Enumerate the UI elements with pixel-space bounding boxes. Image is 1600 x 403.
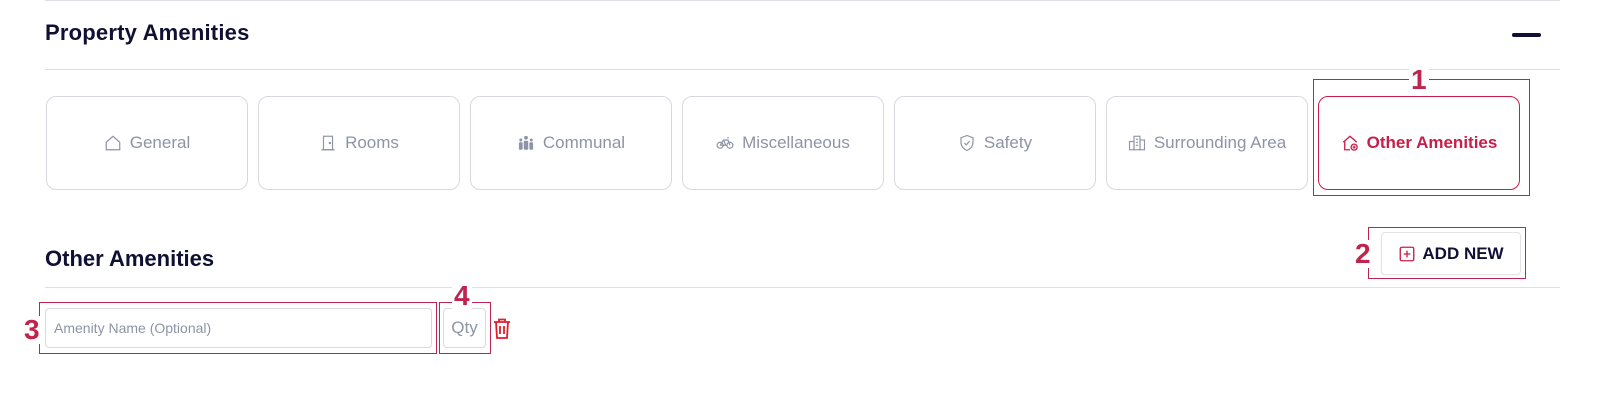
tab-label: General — [129, 133, 191, 152]
tab-label: Safety — [983, 133, 1033, 152]
tab-surrounding-area[interactable]: Surrounding Area — [1106, 96, 1308, 190]
door-icon — [321, 135, 335, 151]
add-new-label: ADD NEW — [1422, 243, 1504, 263]
tab-communal[interactable]: Communal — [470, 96, 672, 190]
tab-label: Communal — [542, 133, 626, 152]
tab-general[interactable]: General — [46, 96, 248, 190]
subsection-divider — [45, 287, 1560, 288]
section-title: Property Amenities — [45, 20, 250, 45]
add-new-button[interactable]: ADD NEW — [1381, 232, 1521, 275]
annotation-number-4: 4 — [452, 280, 472, 311]
tab-rooms[interactable]: Rooms — [258, 96, 460, 190]
trash-icon[interactable] — [493, 318, 511, 339]
tab-miscellaneous[interactable]: Miscellaneous — [682, 96, 884, 190]
tab-other-amenities[interactable]: Other Amenities — [1318, 96, 1520, 190]
plus-square-icon — [1399, 246, 1415, 261]
subsection-title: Other Amenities — [45, 246, 215, 271]
amenity-name-input[interactable] — [45, 308, 432, 348]
annotation-number-3: 3 — [22, 314, 42, 345]
quantity-input[interactable] — [443, 308, 486, 348]
buildings-icon — [1128, 135, 1145, 151]
home-icon — [105, 135, 121, 151]
tab-label: Surrounding Area — [1153, 133, 1287, 152]
bike-icon — [716, 137, 734, 149]
top-divider — [45, 0, 1560, 1]
tab-label: Rooms — [345, 133, 399, 152]
minus-icon[interactable] — [1512, 33, 1541, 37]
annotation-number-1: 1 — [1409, 64, 1429, 95]
home-plus-icon — [1342, 135, 1358, 151]
tab-label: Other Amenities — [1366, 133, 1498, 152]
shield-icon — [960, 134, 974, 152]
section-divider — [45, 69, 1560, 70]
people-icon — [518, 135, 534, 150]
tab-label: Miscellaneous — [742, 133, 850, 152]
annotation-number-2: 2 — [1353, 238, 1373, 269]
tab-safety[interactable]: Safety — [894, 96, 1096, 190]
